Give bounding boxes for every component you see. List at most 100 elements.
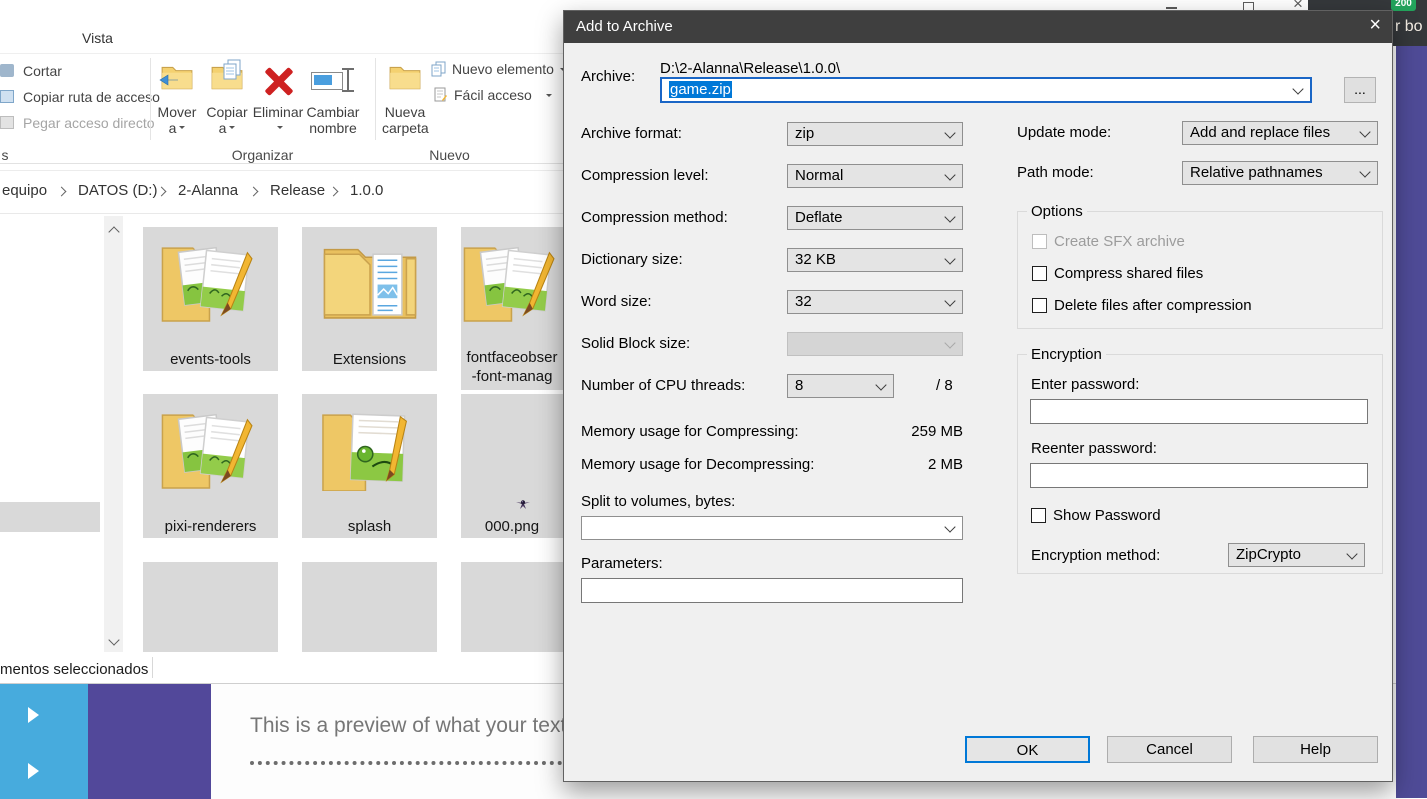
breadcrumb-item-100[interactable]: 1.0.0 bbox=[350, 182, 383, 199]
checkbox-icon bbox=[1032, 234, 1047, 249]
word-size-combobox[interactable]: 32 bbox=[787, 290, 963, 314]
cpu-threads-value: 8 bbox=[795, 377, 803, 394]
file-tile-events-tools[interactable]: events-tools bbox=[143, 227, 278, 371]
breadcrumb-item-equipo[interactable]: equipo bbox=[2, 182, 47, 199]
file-tile-extensions[interactable]: Extensions bbox=[302, 227, 437, 371]
compression-level-value: Normal bbox=[795, 167, 843, 184]
tab-vista[interactable]: Vista bbox=[82, 30, 113, 46]
memory-decompress-value: 2 MB bbox=[863, 456, 963, 473]
breadcrumb-item-2-alanna[interactable]: 2-Alanna bbox=[178, 182, 238, 199]
dictionary-size-label: Dictionary size: bbox=[581, 251, 683, 268]
chevron-down-icon[interactable] bbox=[1292, 83, 1303, 94]
chevron-down-icon bbox=[944, 127, 955, 138]
create-sfx-checkbox: Create SFX archive bbox=[1032, 233, 1185, 250]
word-size-value: 32 bbox=[795, 293, 812, 310]
new-folder-button[interactable]: Nueva carpeta bbox=[382, 60, 428, 140]
play-icon[interactable] bbox=[28, 763, 47, 779]
archive-name-value: game.zip bbox=[669, 81, 732, 98]
parameters-input[interactable] bbox=[581, 578, 963, 603]
show-password-checkbox[interactable]: Show Password bbox=[1031, 507, 1161, 524]
help-button[interactable]: Help bbox=[1253, 736, 1378, 763]
encryption-method-combobox[interactable]: ZipCrypto bbox=[1228, 543, 1365, 567]
archive-name-combobox[interactable]: game.zip bbox=[660, 77, 1312, 103]
browse-button[interactable]: ... bbox=[1344, 77, 1376, 103]
folder-icon bbox=[318, 403, 422, 491]
enter-password-label: Enter password: bbox=[1031, 376, 1139, 393]
compress-shared-checkbox[interactable]: Compress shared files bbox=[1032, 265, 1203, 282]
png-thumbnail-icon bbox=[515, 496, 531, 512]
path-mode-combobox[interactable]: Relative pathnames bbox=[1182, 161, 1378, 185]
ribbon-divider bbox=[0, 163, 563, 164]
compression-level-combobox[interactable]: Normal bbox=[787, 164, 963, 188]
reenter-password-input[interactable] bbox=[1030, 463, 1368, 488]
cut-icon bbox=[0, 64, 14, 77]
background-text-fragment: r bo bbox=[1395, 18, 1423, 36]
dialog-title: Add to Archive bbox=[576, 18, 673, 35]
compression-method-value: Deflate bbox=[795, 209, 843, 226]
folder-icon bbox=[159, 403, 263, 491]
cpu-threads-combobox[interactable]: 8 bbox=[787, 374, 894, 398]
ribbon-separator bbox=[150, 58, 151, 140]
new-item-button[interactable]: Nuevo elemento bbox=[431, 60, 563, 80]
cpu-threads-max: / 8 bbox=[936, 377, 953, 394]
options-groupbox: Options Create SFX archive Compress shar… bbox=[1017, 211, 1383, 329]
status-badge: 200 bbox=[1391, 0, 1416, 11]
statusbar-separator bbox=[152, 657, 153, 678]
archive-format-label: Archive format: bbox=[581, 125, 682, 142]
group-label-clipboard: s bbox=[0, 147, 10, 163]
delete-button[interactable]: Eliminar bbox=[252, 60, 304, 140]
breadcrumb-item-release[interactable]: Release bbox=[270, 182, 325, 199]
path-mode-value: Relative pathnames bbox=[1190, 164, 1323, 181]
delete-after-checkbox[interactable]: Delete files after compression bbox=[1032, 297, 1252, 314]
copy-path-button[interactable]: Copiar ruta de acceso bbox=[23, 89, 160, 105]
file-tile-fontfaceobserver[interactable]: fontfaceobser -font-manag bbox=[461, 227, 563, 390]
archive-format-combobox[interactable]: zip bbox=[787, 122, 963, 146]
update-mode-combobox[interactable]: Add and replace files bbox=[1182, 121, 1378, 145]
dialog-titlebar[interactable]: Add to Archive × bbox=[564, 11, 1392, 43]
easy-access-button[interactable]: Fácil acceso bbox=[433, 86, 553, 106]
file-tile-partial[interactable] bbox=[143, 562, 278, 652]
ok-button[interactable]: OK bbox=[965, 736, 1090, 763]
add-to-archive-dialog: Add to Archive × Archive: D:\2-Alanna\Re… bbox=[563, 10, 1393, 782]
compress-shared-label: Compress shared files bbox=[1054, 265, 1203, 282]
paste-shortcut-button[interactable]: Pegar acceso directo bbox=[23, 115, 155, 131]
cpu-threads-label: Number of CPU threads: bbox=[581, 377, 745, 394]
copy-pages-icon bbox=[222, 59, 242, 81]
rename-button[interactable]: Cambiar nombre bbox=[305, 60, 361, 140]
word-size-label: Word size: bbox=[581, 293, 652, 310]
checkbox-icon bbox=[1031, 508, 1046, 523]
minimize-icon[interactable] bbox=[1166, 7, 1177, 9]
play-icon[interactable] bbox=[28, 707, 47, 723]
copy-to-button[interactable]: Copiar a bbox=[206, 60, 248, 140]
close-icon[interactable]: × bbox=[1369, 14, 1381, 37]
file-tile-splash[interactable]: splash bbox=[302, 394, 437, 538]
file-tile-000-png[interactable]: 000.png bbox=[461, 394, 563, 538]
split-volumes-combobox[interactable] bbox=[581, 516, 963, 540]
memory-decompress-label: Memory usage for Decompressing: bbox=[581, 456, 814, 473]
memory-compress-label: Memory usage for Compressing: bbox=[581, 423, 799, 440]
chevron-right-icon bbox=[249, 187, 259, 197]
solid-block-size-combobox bbox=[787, 332, 963, 356]
folder-icon bbox=[318, 236, 422, 324]
preview-text: This is a preview of what your text bbox=[250, 714, 566, 738]
folder-icon bbox=[159, 236, 263, 324]
compression-method-combobox[interactable]: Deflate bbox=[787, 206, 963, 230]
preview-dotted-line bbox=[250, 761, 570, 765]
rename-icon bbox=[311, 68, 357, 94]
vertical-scrollbar[interactable] bbox=[104, 216, 123, 652]
file-tile-pixi-renderers[interactable]: pixi-renderers bbox=[143, 394, 278, 538]
memory-compress-value: 259 MB bbox=[863, 423, 963, 440]
dictionary-size-combobox[interactable]: 32 KB bbox=[787, 248, 963, 272]
cut-button[interactable]: Cortar bbox=[23, 63, 62, 79]
breadcrumb-item-datos[interactable]: DATOS (D:) bbox=[78, 182, 157, 199]
enter-password-input[interactable] bbox=[1030, 399, 1368, 424]
file-tile-partial[interactable] bbox=[461, 562, 563, 652]
preview-sidebar-blue bbox=[0, 684, 88, 799]
file-tile-partial[interactable] bbox=[302, 562, 437, 652]
encryption-method-label: Encryption method: bbox=[1031, 547, 1160, 564]
ribbon-separator bbox=[375, 58, 376, 140]
move-to-button[interactable]: Mover a bbox=[156, 60, 198, 140]
cancel-button[interactable]: Cancel bbox=[1107, 736, 1232, 763]
chevron-down-icon bbox=[944, 295, 955, 306]
chevron-down-icon bbox=[944, 521, 955, 532]
